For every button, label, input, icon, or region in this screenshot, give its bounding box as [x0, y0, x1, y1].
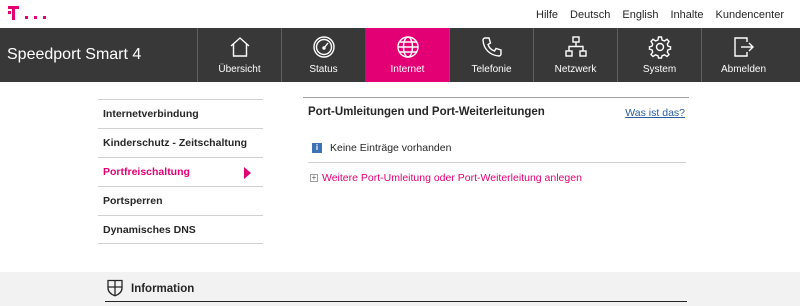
info-icon: i [312, 143, 322, 153]
information-heading: Information [131, 283, 195, 295]
panel-title: Port-Umleitungen und Port-Weiterleitunge… [308, 106, 545, 118]
main-navbar: Speedport Smart 4 Übersicht Status Inter… [0, 28, 800, 82]
nav-label: Netzwerk [554, 64, 597, 75]
nav-item-status[interactable]: Status [281, 28, 365, 82]
nav-label: Internet [390, 64, 425, 75]
help-link[interactable]: Was ist das? [625, 107, 685, 119]
nav-label: Abmelden [720, 64, 767, 75]
nav-label: Übersicht [218, 64, 261, 75]
top-bar: Hilfe Deutsch English Inhalte Kundencent… [0, 0, 800, 28]
empty-info-row: i Keine Einträge vorhanden [308, 141, 686, 163]
empty-message: Keine Einträge vorhanden [330, 142, 452, 154]
top-link-english[interactable]: English [622, 9, 658, 21]
sidebar-item-label: Dynamisches DNS [103, 223, 196, 236]
sidebar-item-dynamisches-dns[interactable]: Dynamisches DNS [98, 215, 263, 244]
add-link-label: Weitere Port-Umleitung oder Port-Weiterl… [322, 172, 582, 184]
shield-icon [107, 279, 123, 297]
phone-icon [482, 37, 502, 57]
telekom-logo[interactable] [6, 5, 50, 21]
information-section[interactable]: Information [105, 277, 687, 302]
top-link-inhalte[interactable]: Inhalte [670, 9, 703, 21]
globe-icon [397, 36, 419, 58]
top-link-hilfe[interactable]: Hilfe [536, 9, 558, 21]
sidebar-item-label: Portsperren [103, 195, 163, 207]
gear-icon [648, 36, 672, 59]
nav-item-uebersicht[interactable]: Übersicht [197, 28, 281, 82]
sidebar: Internetverbindung Kinderschutz - Zeitsc… [98, 99, 263, 244]
sidebar-item-label: Kinderschutz - Zeitschaltung [103, 137, 248, 149]
gauge-icon [313, 36, 335, 58]
port-forwarding-panel: Port-Umleitungen und Port-Weiterleitunge… [303, 97, 689, 196]
home-icon [230, 37, 250, 57]
nav-label: System [642, 64, 677, 75]
network-icon [565, 36, 587, 57]
sidebar-item-internetverbindung[interactable]: Internetverbindung [98, 99, 263, 128]
brand-title: Speedport Smart 4 [7, 46, 142, 63]
nav-item-abmelden[interactable]: Abmelden [701, 28, 785, 82]
nav-item-telefonie[interactable]: Telefonie [449, 28, 533, 82]
nav-label: Status [309, 64, 338, 75]
sidebar-item-portsperren[interactable]: Portsperren [98, 186, 263, 215]
nav-item-internet[interactable]: Internet [365, 28, 449, 82]
logout-icon [734, 37, 754, 57]
sidebar-item-label: Internetverbindung [103, 108, 199, 120]
sidebar-item-portfreischaltung[interactable]: Portfreischaltung [98, 157, 263, 186]
divider [308, 162, 686, 163]
nav-item-system[interactable]: System [617, 28, 701, 82]
top-links: Hilfe Deutsch English Inhalte Kundencent… [524, 9, 784, 21]
plus-icon: + [310, 173, 318, 182]
top-link-deutsch[interactable]: Deutsch [570, 9, 610, 21]
top-link-kundencenter[interactable]: Kundencenter [716, 9, 785, 21]
sidebar-item-label: Portfreischaltung [103, 166, 190, 178]
sidebar-item-kinderschutz[interactable]: Kinderschutz - Zeitschaltung [98, 128, 263, 157]
nav-item-netzwerk[interactable]: Netzwerk [533, 28, 617, 82]
nav-items: Übersicht Status Internet Telefonie Netz… [197, 28, 785, 82]
nav-label: Telefonie [471, 64, 512, 75]
arrow-right-icon [244, 167, 251, 179]
